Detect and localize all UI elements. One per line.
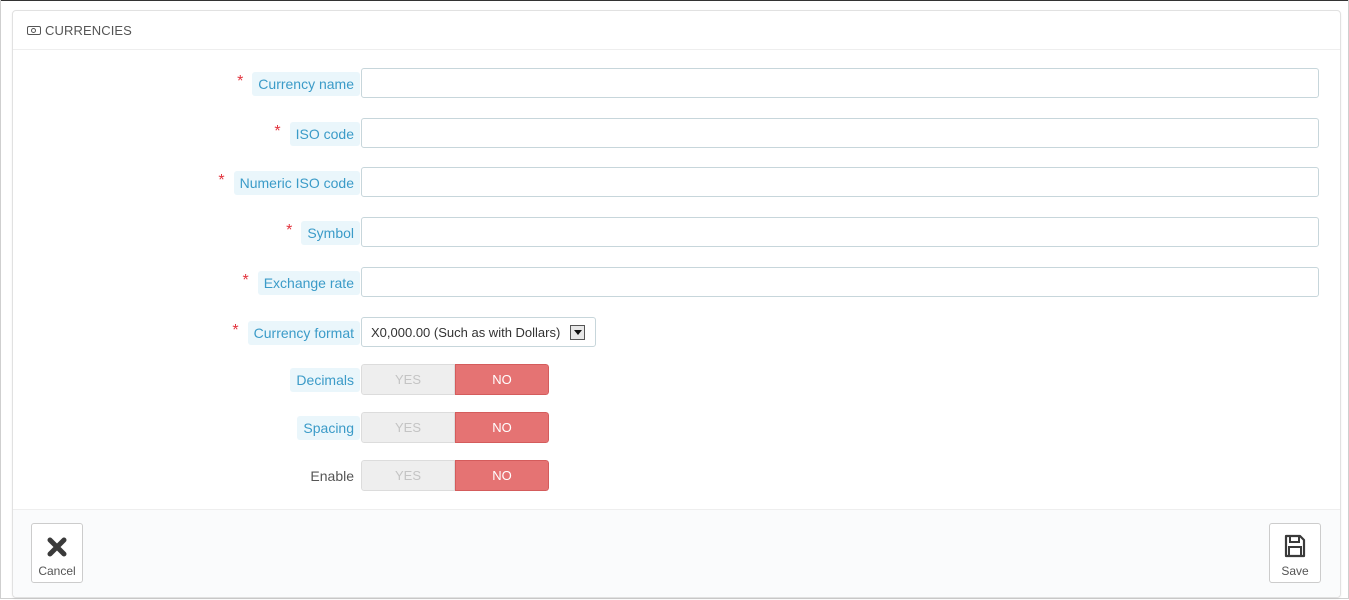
field-label-enable: Enable — [310, 468, 354, 484]
floppy-disk-icon — [1284, 524, 1306, 558]
required-marker: * — [232, 322, 239, 339]
field-label-numeric-iso-code[interactable]: Numeric ISO code — [233, 171, 360, 195]
panel-header: CURRENCIES — [13, 11, 1340, 50]
field-label-wrap: * Currency name — [237, 68, 360, 100]
form-row-symbol: * Symbol — [13, 217, 1340, 249]
field-label-wrap: Spacing — [297, 412, 360, 444]
field-label-iso-code[interactable]: ISO code — [289, 122, 360, 146]
decimals-switch[interactable]: YES NO — [361, 364, 549, 395]
form-row-exchange-rate: * Exchange rate — [13, 267, 1340, 299]
iso-code-input[interactable] — [361, 118, 1319, 148]
enable-yes-option[interactable]: YES — [361, 460, 455, 491]
field-label-exchange-rate[interactable]: Exchange rate — [257, 271, 360, 295]
enable-switch[interactable]: YES NO — [361, 460, 549, 491]
form-row-currency-format: * Currency format X0,000.00 (Such as wit… — [13, 317, 1340, 349]
symbol-input[interactable] — [361, 217, 1319, 247]
spacing-no-option[interactable]: NO — [455, 412, 549, 443]
spacing-switch[interactable]: YES NO — [361, 412, 549, 443]
panel-title: CURRENCIES — [45, 22, 132, 38]
cancel-button-label: Cancel — [38, 564, 76, 578]
currencies-panel: CURRENCIES * Currency name * ISO code * … — [12, 10, 1341, 598]
numeric-iso-code-input[interactable] — [361, 167, 1319, 197]
field-label-symbol[interactable]: Symbol — [301, 221, 360, 245]
money-icon — [27, 25, 41, 35]
form-row-decimals: Decimals YES NO — [13, 364, 1340, 396]
save-button[interactable]: Save — [1269, 523, 1321, 583]
field-label-currency-name[interactable]: Currency name — [252, 72, 360, 96]
currency-name-input[interactable] — [361, 68, 1319, 98]
cancel-button[interactable]: Cancel — [31, 523, 83, 583]
close-icon — [46, 524, 68, 558]
enable-no-option[interactable]: NO — [455, 460, 549, 491]
decimals-yes-option[interactable]: YES — [361, 364, 455, 395]
required-marker: * — [237, 73, 244, 90]
field-label-wrap: * Numeric ISO code — [218, 167, 360, 199]
required-marker: * — [218, 172, 225, 189]
field-label-wrap: Decimals — [290, 364, 360, 396]
chevron-down-icon[interactable] — [570, 325, 585, 340]
currency-format-select[interactable]: X0,000.00 (Such as with Dollars) — [361, 317, 596, 347]
required-marker: * — [286, 222, 293, 239]
field-label-wrap: * Exchange rate — [242, 267, 360, 299]
field-label-decimals[interactable]: Decimals — [290, 368, 360, 392]
field-label-wrap: * Symbol — [286, 217, 360, 249]
save-button-label: Save — [1281, 564, 1309, 578]
spacing-yes-option[interactable]: YES — [361, 412, 455, 443]
decimals-no-option[interactable]: NO — [455, 364, 549, 395]
field-label-wrap: * ISO code — [274, 118, 360, 150]
form-row-numeric-iso-code: * Numeric ISO code — [13, 167, 1340, 199]
field-label-wrap: Enable — [304, 460, 360, 492]
exchange-rate-input[interactable] — [361, 267, 1319, 297]
form-row-enable: Enable YES NO — [13, 460, 1340, 492]
form-row-spacing: Spacing YES NO — [13, 412, 1340, 444]
form-row-iso-code: * ISO code — [13, 118, 1340, 150]
field-label-wrap: * Currency format — [232, 317, 360, 349]
required-marker: * — [274, 123, 281, 140]
field-label-currency-format[interactable]: Currency format — [247, 321, 360, 345]
field-label-spacing[interactable]: Spacing — [297, 416, 360, 440]
panel-footer: Cancel Save — [13, 509, 1340, 597]
required-marker: * — [242, 272, 249, 289]
form-row-currency-name: * Currency name — [13, 68, 1340, 100]
currency-format-selected: X0,000.00 (Such as with Dollars) — [371, 324, 561, 340]
